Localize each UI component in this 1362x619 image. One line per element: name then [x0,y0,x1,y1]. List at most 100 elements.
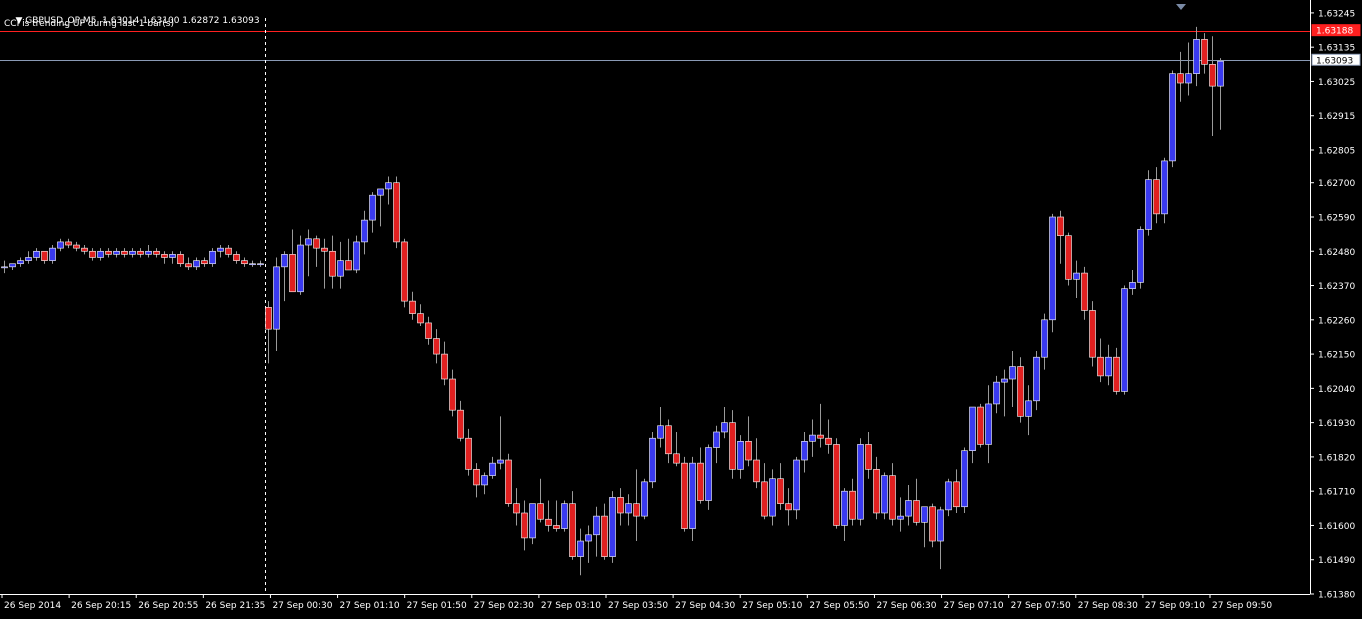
candle[interactable] [1017,357,1024,423]
price-tick-label: 1.61930 [1318,419,1355,429]
bear-candle-body [177,254,184,265]
bull-candle-body [9,263,16,268]
candle[interactable] [881,472,888,520]
bull-candle-body [1185,73,1192,84]
bull-candle-body [305,238,312,246]
candle[interactable] [1065,232,1072,286]
candle[interactable] [401,238,408,308]
bull-candle-body [1001,378,1008,383]
time-tick-label: 27 Sep 07:50 [1011,601,1071,611]
shift-marker-icon[interactable] [1176,4,1186,10]
bull-candle-body [993,381,1000,405]
candle[interactable] [641,478,648,520]
candle[interactable] [609,491,616,563]
time-tick-label: 27 Sep 01:10 [340,601,400,611]
bear-candle-body [265,307,272,330]
candle[interactable] [1161,157,1168,224]
bull-candle-body [209,250,216,265]
bull-candle-body [1025,400,1032,417]
bull-candle-body [937,509,944,542]
bull-candle-body [57,241,64,249]
bear-candle-body [825,437,832,445]
bear-candle-body [553,525,560,529]
chart-canvas[interactable]: 1.63245 1.63135 1.63025 1.62915 1.62805 1.627… [0,0,1362,615]
bear-candle-body [817,434,824,439]
bear-candle-body [233,254,240,261]
time-tick-label: 27 Sep 08:30 [1078,601,1138,611]
bull-candle-body [1137,229,1144,283]
bull-candle-body [609,497,616,557]
bear-candle-body [673,453,680,464]
price-tick-label: 1.62480 [1318,248,1355,258]
candle[interactable] [857,438,864,526]
bull-candle-body [1033,356,1040,402]
bull-candle-body [249,263,256,266]
bear-candle-body [1177,73,1184,84]
bull-candle-body [737,441,744,470]
bull-candle-body [801,441,808,461]
bear-candle-body [65,241,72,246]
bear-candle-body [449,378,456,411]
bear-candle-body [241,260,248,265]
bear-candle-body [729,422,736,470]
bear-candle-body [681,462,688,529]
candle[interactable] [1145,170,1152,236]
bear-candle-body [289,254,296,293]
bear-candle-body [321,247,328,252]
bull-candle-body [705,447,712,501]
price-tick-label: 1.61710 [1318,488,1355,498]
candle[interactable] [705,444,712,510]
bull-candle-body [921,506,928,523]
bear-candle-body [745,441,752,461]
price-tick-label: 1.63245 [1318,9,1355,19]
price-tick-label: 1.62150 [1318,351,1355,361]
bull-candle-body [377,188,384,196]
bull-candle-body [481,475,488,486]
bear-candle-body [761,481,768,517]
bear-candle-body [1113,356,1120,392]
bull-candle-body [1217,60,1224,87]
candle[interactable] [1169,70,1176,168]
candle[interactable] [561,500,568,532]
candle[interactable] [977,403,984,448]
bull-candle-body [145,250,152,255]
candle[interactable] [793,456,800,520]
bull-candle-body [969,406,976,451]
candle[interactable] [1089,301,1096,367]
bull-candle-body [25,257,32,261]
bull-candle-body [1,266,8,269]
candle[interactable] [833,438,840,529]
bear-candle-body [1089,310,1096,358]
bull-candle-body [297,244,304,293]
bull-candle-body [1161,160,1168,215]
candle[interactable] [1049,213,1056,333]
bull-candle-body [385,182,392,190]
time-tick-label: 26 Sep 21:35 [205,601,265,611]
candle[interactable] [929,503,936,548]
bull-candle-body [841,490,848,526]
bear-candle-body [1017,366,1024,417]
candle[interactable] [689,456,696,542]
time-tick-label: 27 Sep 09:10 [1145,601,1205,611]
bear-candle-body [89,250,96,258]
candle[interactable] [393,176,400,249]
candle[interactable] [1121,285,1128,395]
bear-candle-body [521,512,528,539]
bull-candle-body [113,250,120,255]
bull-candle-body [1193,39,1200,74]
bear-candle-body [417,313,424,324]
candle[interactable] [649,431,656,489]
bear-candle-body [105,250,112,255]
bull-candle-body [961,450,968,508]
bear-candle-body [137,250,144,255]
candle[interactable] [529,503,536,545]
candlestick-chart[interactable]: 1.63245 1.63135 1.63025 1.62915 1.62805 1.627… [0,0,1362,615]
candle[interactable] [1137,226,1144,289]
candle[interactable] [505,453,512,507]
candle[interactable] [681,456,688,532]
bear-candle-body [505,459,512,504]
bear-candle-body [569,503,576,557]
bull-candle-body [905,500,912,517]
time-tick-label: 26 Sep 2014 [4,601,61,611]
candle[interactable] [961,447,968,513]
